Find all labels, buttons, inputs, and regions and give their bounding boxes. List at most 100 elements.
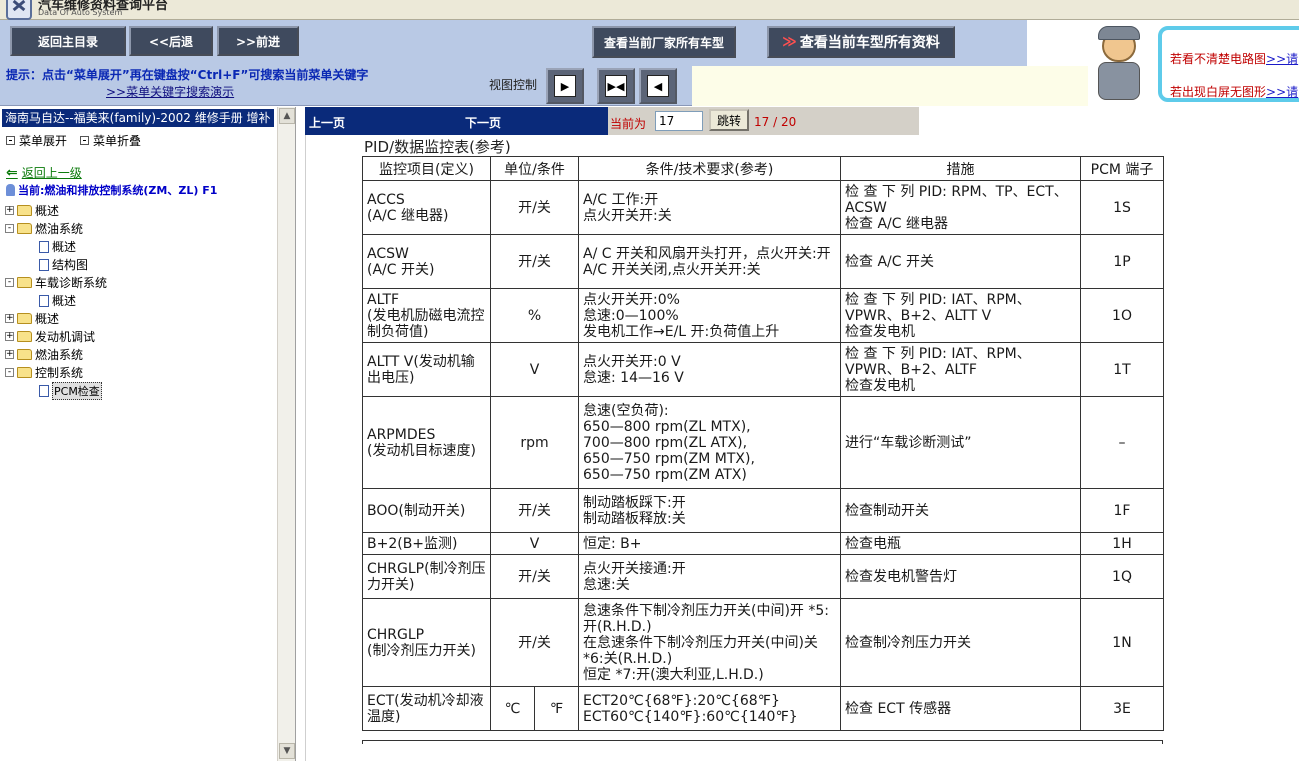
- expander-icon[interactable]: +: [5, 314, 14, 323]
- cell-condition: A/ C 开关和风扇开头打开，点火开关:开 A/C 开关关闭,点火开关开:关: [578, 234, 841, 289]
- tree-item[interactable]: 结构图: [39, 256, 88, 273]
- cell-condition: 怠速条件下制冷剂压力开关(中间)开 *5:开(R.H.D.) 在怠速条件下制冷剂…: [578, 598, 841, 687]
- cell-pin: –: [1080, 396, 1164, 489]
- tree-item-label: 结构图: [52, 258, 89, 272]
- column-header: 条件/技术要求(参考): [578, 156, 841, 181]
- menu-expand-label: 菜单展开: [19, 134, 68, 148]
- cell-unit: 开/关: [490, 180, 579, 235]
- expander-icon[interactable]: +: [5, 350, 14, 359]
- tree-item-label: 发动机调试: [35, 330, 96, 344]
- table-row: ACCS (A/C 继电器) 开/关 A/C 工作:开 点火开关开:关 检 查 …: [362, 180, 1164, 235]
- document-icon: [39, 258, 49, 271]
- cell-unit-fahrenheit: ℉: [534, 686, 579, 731]
- tree-item[interactable]: + 概述: [5, 202, 59, 219]
- tree-item[interactable]: + 燃油系统: [5, 346, 83, 363]
- tree-item[interactable]: - 车载诊断系统: [5, 274, 107, 291]
- jump-button[interactable]: 跳转: [709, 109, 749, 131]
- cell-pin: 1P: [1080, 234, 1164, 289]
- table-row: ARPMDES (发动机目标速度) rpm 怠速(空负荷): 650—800 r…: [362, 396, 1164, 489]
- next-page-link[interactable]: 下一页: [465, 114, 501, 131]
- view-split-button[interactable]: ▶◀: [597, 68, 635, 104]
- tree-item-label: 燃油系统: [35, 222, 84, 236]
- cell-unit-celsius: ℃: [490, 686, 535, 731]
- cell-item: BOO(制动开关): [362, 488, 491, 533]
- cell-condition: ECT20℃{68℉}:20℃{68℉} ECT60℃{140℉}:60℃{14…: [578, 686, 841, 731]
- sidebar: 海南马自达--福美来(family)-2002 维修手册 增补 菜单展开 菜单折…: [0, 107, 296, 761]
- expander-icon[interactable]: +: [5, 206, 14, 215]
- view-collapse-button[interactable]: ◀: [639, 68, 677, 104]
- prev-page-link[interactable]: 上一页: [309, 114, 345, 131]
- title-bar: 汽车维修资料查询平台 Data Of Auto System: [0, 0, 1299, 20]
- cell-condition: 点火开关开:0 V 怠速: 14—16 V: [578, 342, 841, 397]
- cell-item: ACSW (A/C 开关): [362, 234, 491, 289]
- help-box: 若看不清楚电路图>>请 若出现白屏无图形>>请: [1158, 26, 1299, 102]
- cell-item: ALTF (发电机励磁电流控制负荷值): [362, 288, 491, 343]
- help-link-2[interactable]: >>请: [1266, 85, 1298, 99]
- tree-item[interactable]: - 燃油系统: [5, 220, 83, 237]
- back-button[interactable]: <<后退: [129, 26, 213, 56]
- cell-unit: 开/关: [490, 554, 579, 599]
- search-demo-link[interactable]: >>菜单关键字搜索演示: [106, 83, 234, 100]
- back-up-link[interactable]: ⇐ 返回上一级: [6, 164, 82, 181]
- cell-item: B+2(B+监测): [362, 532, 491, 555]
- cell-action: 检查制动开关: [840, 488, 1081, 533]
- view-expand-button[interactable]: ▶: [546, 68, 584, 104]
- expander-icon[interactable]: -: [5, 278, 14, 287]
- pagination-nav: 上一页 下一页: [305, 107, 608, 135]
- tree-item[interactable]: 概述: [39, 292, 76, 309]
- view-control-label: 视图控制: [489, 78, 538, 92]
- all-models-button[interactable]: 查看当前厂家所有车型: [592, 26, 736, 58]
- cell-unit: 开/关: [490, 488, 579, 533]
- page-count: 17 / 20: [754, 115, 797, 129]
- sidebar-scrollbar[interactable]: ▲ ▼: [277, 107, 295, 761]
- scroll-down-icon[interactable]: ▼: [279, 743, 295, 759]
- search-tip: 提示：点击“菜单展开”再在键盘按“Ctrl+F”可搜索当前菜单关键字: [6, 68, 369, 82]
- cell-pin: 1H: [1080, 532, 1164, 555]
- cell-pin: 1O: [1080, 288, 1164, 343]
- tree-item-label: 车载诊断系统: [35, 276, 108, 290]
- home-button[interactable]: 返回主目录: [10, 26, 126, 56]
- document-icon: [39, 294, 49, 307]
- manual-title: 海南马自达--福美来(family)-2002 维修手册 增补: [2, 109, 274, 127]
- table-row: ALTF (发电机励磁电流控制负荷值) % 点火开关开:0% 怠速:0—100%…: [362, 288, 1164, 343]
- app-subtitle: Data Of Auto System: [38, 8, 123, 17]
- back-up-label: 返回上一级: [21, 166, 82, 180]
- menu-expand-button[interactable]: 菜单展开: [6, 132, 67, 149]
- tree-item[interactable]: 概述: [39, 238, 76, 255]
- cell-condition: 制动踏板踩下:开 制动踏板释放:关: [578, 488, 841, 533]
- pid-table: 监控项目(定义) 单位/条件 条件/技术要求(参考) 措施 PCM 端子 ACC…: [362, 156, 1164, 731]
- split-arrows-icon: ▶◀: [605, 75, 627, 97]
- table-row: ECT(发动机冷却液温度) ℃ ℉ ECT20℃{68℉}:20℃{68℉} E…: [362, 686, 1164, 731]
- expander-icon[interactable]: -: [5, 224, 14, 233]
- scroll-up-icon[interactable]: ▲: [279, 108, 295, 124]
- current-location-label: 当前:燃油和排放控制系统(ZM、ZL) F1: [18, 184, 218, 197]
- document-icon: [39, 385, 49, 397]
- tree-item-label: 概述: [52, 240, 77, 254]
- tree-item[interactable]: + 概述: [5, 310, 59, 327]
- current-location: 当前:燃油和排放控制系统(ZM、ZL) F1: [6, 182, 217, 198]
- page-number-input[interactable]: [655, 111, 703, 131]
- document-title: PID/数据监控表(参考): [364, 138, 511, 156]
- cell-item: ARPMDES (发动机目标速度): [362, 396, 491, 489]
- tree-item[interactable]: + 发动机调试: [5, 328, 95, 345]
- tree-item-selected[interactable]: PCM检查: [39, 382, 102, 400]
- all-docs-button[interactable]: ≫ 查看当前车型所有资料: [767, 26, 955, 58]
- forward-button[interactable]: >>前进: [217, 26, 299, 56]
- tree-item[interactable]: - 控制系统: [5, 364, 83, 381]
- cell-unit: 开/关: [490, 598, 579, 687]
- menu-collapse-button[interactable]: 菜单折叠: [80, 132, 141, 149]
- cell-pin: 1N: [1080, 598, 1164, 687]
- table-row: ACSW (A/C 开关) 开/关 A/ C 开关和风扇开头打开，点火开关:开 …: [362, 234, 1164, 289]
- column-header: 措施: [840, 156, 1081, 181]
- cell-item: ACCS (A/C 继电器): [362, 180, 491, 235]
- expander-icon[interactable]: +: [5, 332, 14, 341]
- help-link-1[interactable]: >>请: [1266, 52, 1298, 66]
- expand-icon: [6, 136, 15, 145]
- column-header: PCM 端子: [1080, 156, 1164, 181]
- cell-action: 检 查 下 列 PID: IAT、RPM、VPWR、B+2、ALTF 检查发电机: [840, 342, 1081, 397]
- help-line-2: 若出现白屏无图形>>请: [1170, 85, 1299, 99]
- expander-icon[interactable]: -: [5, 368, 14, 377]
- double-chevron-icon: ≫: [782, 34, 797, 50]
- tree-item-label: 概述: [52, 294, 77, 308]
- cell-unit: V: [490, 342, 579, 397]
